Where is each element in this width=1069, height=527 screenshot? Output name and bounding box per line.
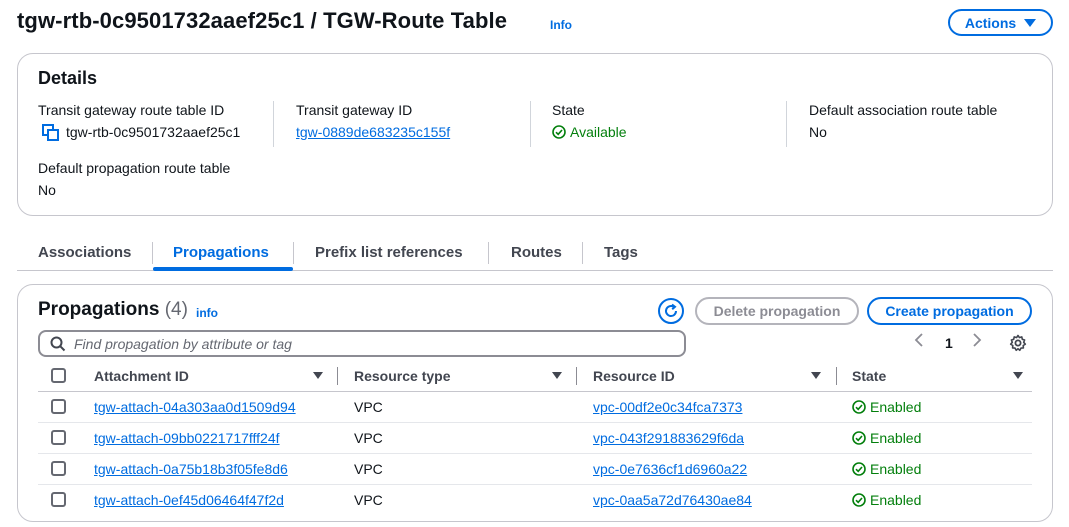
page-number[interactable]: 1 [945,335,953,351]
row-checkbox[interactable] [51,492,66,507]
default-association-label: Default association route table [809,102,998,118]
state-label: State [552,102,585,118]
row-divider [38,422,1032,423]
check-circle-icon [852,493,866,507]
details-divider [273,101,274,147]
table-header-divider [38,391,1032,392]
column-separator[interactable] [576,367,577,385]
default-propagation-label: Default propagation route table [38,160,231,176]
refresh-button[interactable] [658,298,684,324]
attachment-id-link[interactable]: tgw-attach-04a303aa0d1509d94 [94,399,296,415]
state-cell: Enabled [852,430,921,446]
chevron-right-icon [973,333,982,347]
active-tab-indicator [153,267,293,271]
default-propagation-value: No [38,182,56,198]
tab-separator [488,242,489,264]
actions-label: Actions [964,14,1017,31]
state-text: Enabled [870,461,922,477]
propagations-title: Propagations [38,299,160,320]
row-checkbox[interactable] [51,430,66,445]
tab-associations[interactable]: Associations [38,244,131,261]
resource-type-cell: VPC [354,492,383,508]
resource-id-link[interactable]: vpc-043f291883629f6da [593,430,744,446]
state-value: Available [552,124,627,140]
route-table-id-label: Transit gateway route table ID [38,102,225,118]
tab-separator [582,242,583,264]
resource-id-link[interactable]: vpc-0aa5a72d76430ae84 [593,492,752,508]
propagations-count: (4) [164,299,188,320]
select-all-checkbox[interactable] [51,368,66,383]
state-text: Enabled [870,430,922,446]
search-icon [50,336,66,351]
row-checkbox[interactable] [51,461,66,476]
tab-separator [152,242,153,264]
tab-prefix-list-references[interactable]: Prefix list references [315,244,463,261]
next-page-button[interactable] [972,332,982,353]
attachment-id-link[interactable]: tgw-attach-0a75b18b3f05fe8d6 [94,461,288,477]
column-separator[interactable] [337,367,338,385]
tgw-id-label: Transit gateway ID [296,102,413,118]
default-association-value: No [809,124,827,140]
details-divider [530,101,531,147]
state-text: Enabled [870,399,922,415]
row-checkbox[interactable] [51,399,66,414]
resource-id-link[interactable]: vpc-00df2e0c34fca7373 [593,399,742,415]
create-propagation-button[interactable]: Create propagation [867,297,1032,325]
resource-id-link[interactable]: vpc-0e7636cf1d6960a22 [593,461,747,477]
state-cell: Enabled [852,461,921,477]
route-table-id-value: tgw-rtb-0c9501732aaef25c1 [66,124,241,140]
caret-down-icon [1024,18,1037,27]
row-divider [38,453,1032,454]
check-circle-icon [852,462,866,476]
state-cell: Enabled [852,492,921,508]
tab-tags[interactable]: Tags [604,244,638,261]
tab-separator [293,242,294,264]
search-box [38,330,686,357]
tab-propagations[interactable]: Propagations [173,244,269,261]
chevron-left-icon [914,333,923,347]
state-cell: Enabled [852,399,921,415]
propagations-info-link[interactable]: info [196,306,218,320]
gear-icon[interactable] [1009,334,1027,357]
column-header-attachment-id[interactable]: Attachment ID [94,368,189,384]
attachment-id-link[interactable]: tgw-attach-09bb0221717fff24f [94,430,280,446]
check-circle-icon [852,400,866,414]
refresh-icon [665,303,678,317]
row-divider [38,484,1032,485]
page-title: tgw-rtb-0c9501732aaef25c1 / TGW-Route Ta… [17,8,508,33]
propagations-heading: Propagations (4) [38,299,188,321]
column-separator[interactable] [836,367,837,385]
state-text: Available [570,124,627,140]
sort-caret-icon[interactable] [313,372,323,379]
state-text: Enabled [870,492,922,508]
column-header-resource-id[interactable]: Resource ID [593,368,675,384]
check-circle-icon [552,125,566,139]
sort-caret-icon[interactable] [552,372,562,379]
copy-icon[interactable] [42,124,59,146]
search-input[interactable] [74,335,664,352]
sort-caret-icon[interactable] [811,372,821,379]
prev-page-button[interactable] [914,332,924,353]
actions-button[interactable]: Actions [948,9,1053,36]
details-heading: Details [38,68,98,88]
resource-type-cell: VPC [354,430,383,446]
column-header-state[interactable]: State [852,368,886,384]
tgw-id-link[interactable]: tgw-0889de683235c155f [296,124,450,140]
info-link[interactable]: Info [550,18,572,32]
tab-routes[interactable]: Routes [511,244,562,261]
details-divider [786,101,787,147]
delete-propagation-button[interactable]: Delete propagation [695,297,859,325]
attachment-id-link[interactable]: tgw-attach-0ef45d06464f47f2d [94,492,284,508]
resource-type-cell: VPC [354,399,383,415]
column-header-resource-type[interactable]: Resource type [354,368,450,384]
check-circle-icon [852,431,866,445]
resource-type-cell: VPC [354,461,383,477]
sort-caret-icon[interactable] [1013,372,1023,379]
